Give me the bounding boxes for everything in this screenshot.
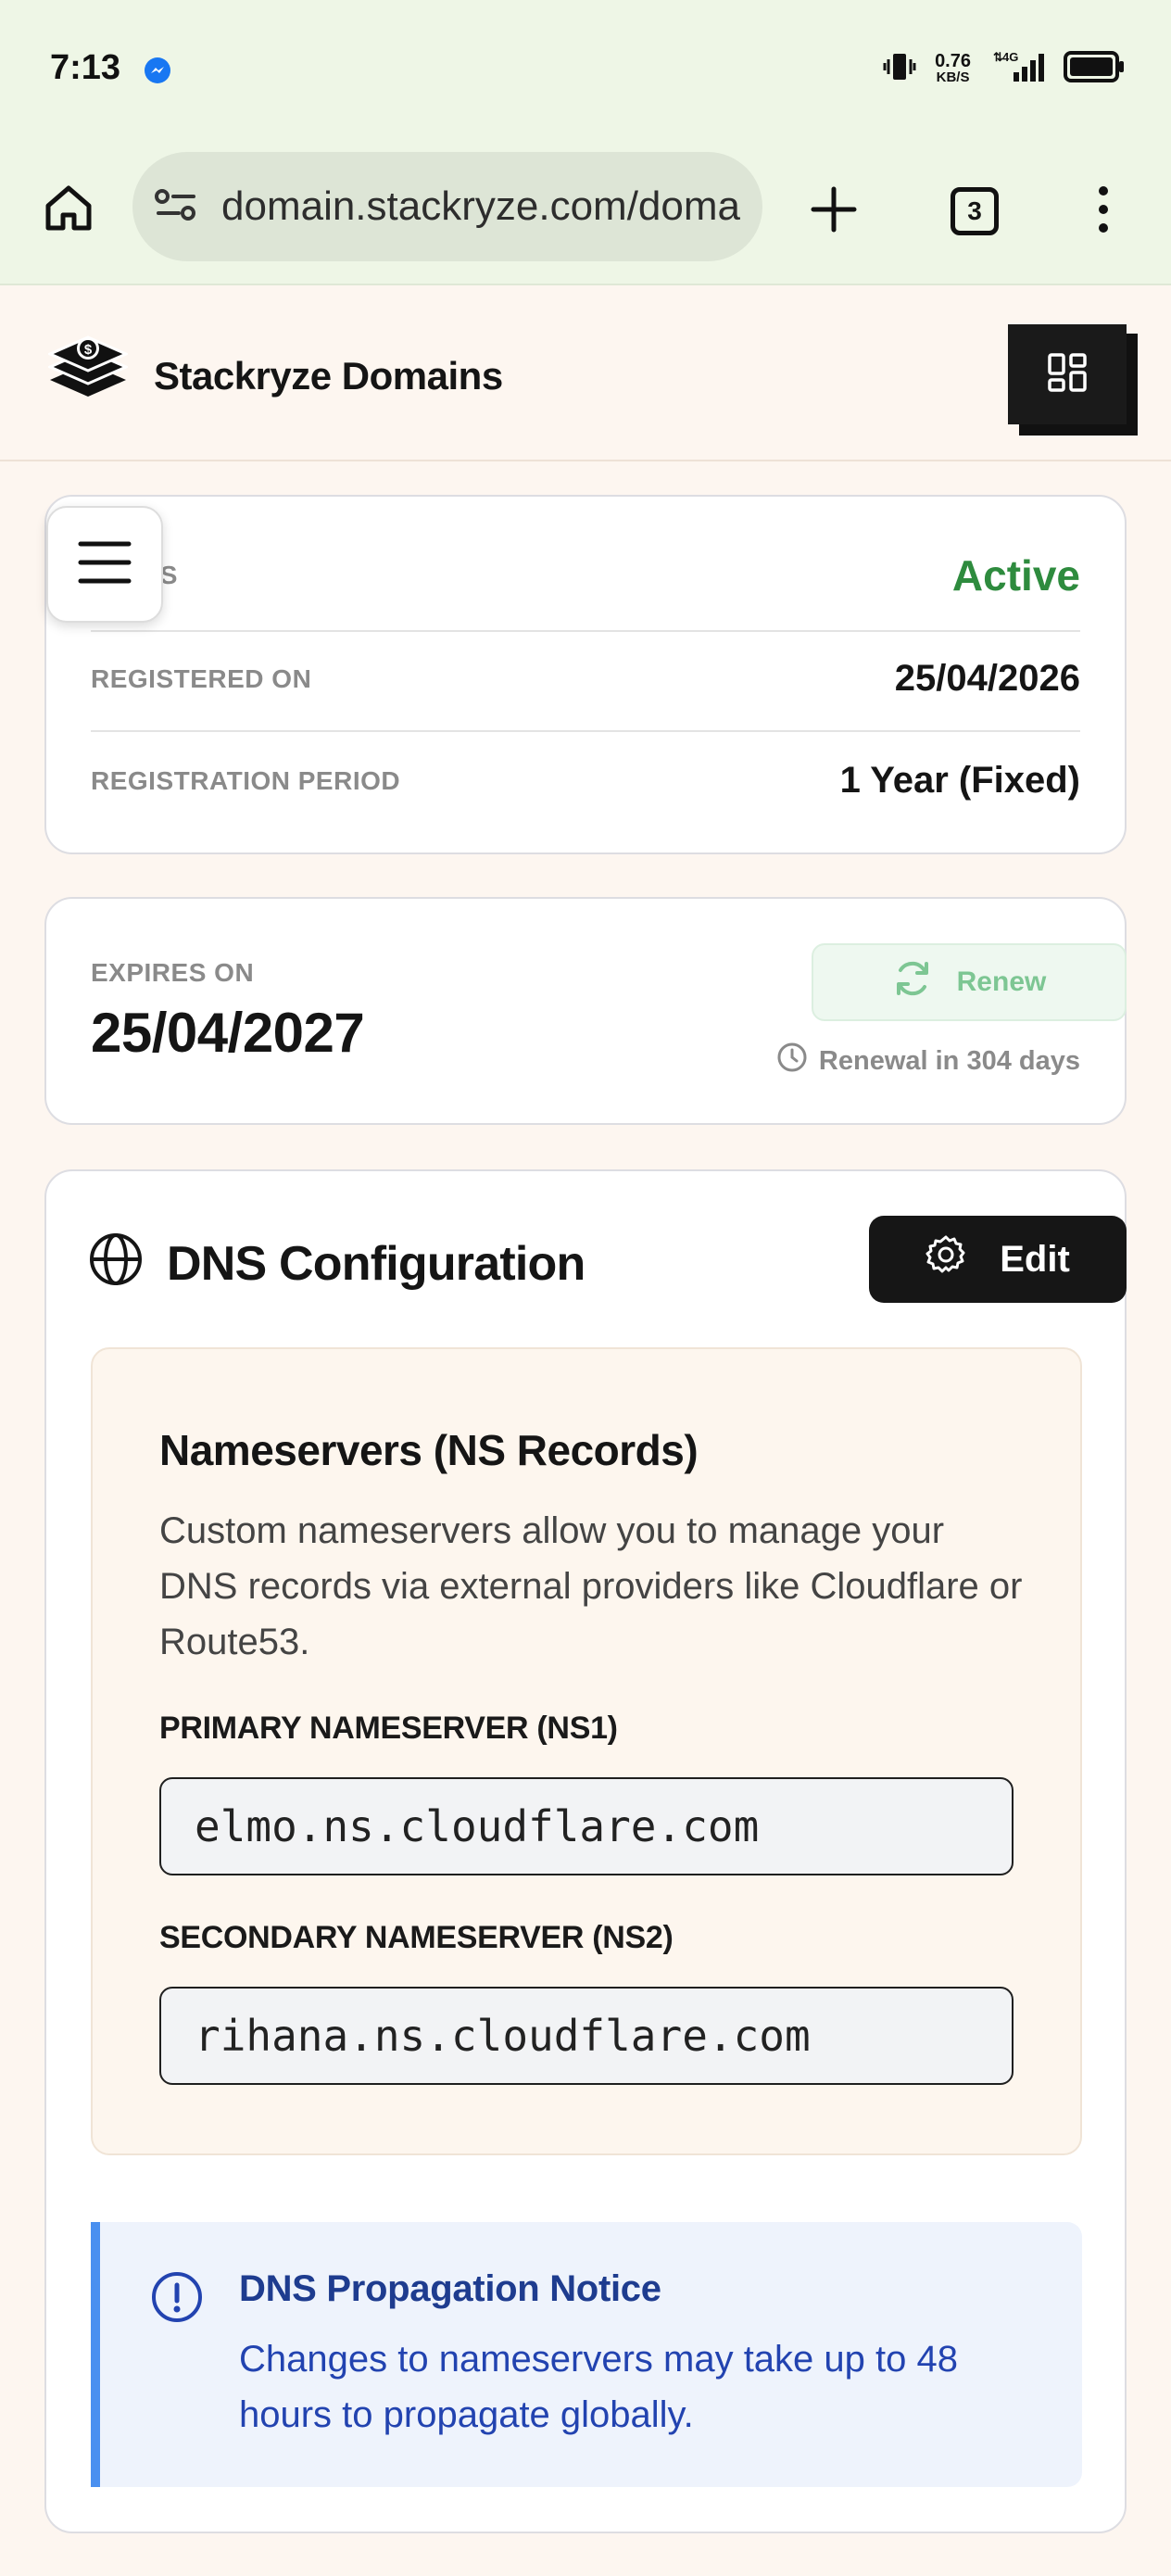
signal-icon: ⇅ 4G [988, 48, 1047, 90]
info-icon [150, 2270, 204, 2329]
status-right-group: 0.76 KB/S ⇅ 4G [881, 48, 1125, 90]
ns1-field[interactable]: elmo.ns.cloudflare.com [159, 1777, 1014, 1875]
registered-row: REGISTERED ON 25/04/2026 [91, 658, 1080, 700]
site-info-icon[interactable] [153, 185, 199, 229]
tab-count: 3 [951, 187, 999, 235]
network-speed: 0.76 KB/S [935, 50, 971, 85]
home-icon[interactable] [37, 176, 100, 239]
system-status-bar: 7:13 0.76 KB/S ⇅ 4G [0, 0, 1171, 139]
expiry-card: EXPIRES ON 25/04/2027 Renew Renewal in 3… [44, 897, 1127, 1125]
hamburger-icon [78, 539, 132, 590]
propagation-notice: DNS Propagation Notice Changes to namese… [91, 2222, 1082, 2487]
svg-text:4G: 4G [1002, 50, 1018, 64]
dashboard-grid-icon [1047, 352, 1088, 398]
dns-card: DNS Configuration Edit Nameservers (NS R… [44, 1169, 1127, 2533]
messenger-icon [145, 57, 170, 83]
more-menu-icon[interactable] [1080, 180, 1127, 239]
url-text: domain.stackryze.com/doma [221, 183, 740, 229]
dashboard-button[interactable] [1008, 324, 1127, 424]
period-row: REGISTRATION PERIOD 1 Year (Fixed) [91, 760, 1080, 802]
dns-title: DNS Configuration [167, 1237, 586, 1291]
nameservers-description: Custom nameservers allow you to manage y… [159, 1510, 1023, 1662]
stack-logo-icon: $ [46, 330, 130, 410]
clock-icon [776, 1042, 808, 1080]
refresh-icon [892, 958, 933, 1006]
domain-details-card: US Active REGISTERED ON 25/04/2026 REGIS… [44, 495, 1127, 854]
vibrate-icon [881, 48, 918, 90]
period-label: REGISTRATION PERIOD [91, 765, 401, 795]
renewal-info: Renewal in 304 days [776, 1042, 1080, 1080]
expires-date: 25/04/2027 [91, 1002, 365, 1064]
nameservers-section: Nameservers (NS Records) Custom nameserv… [91, 1347, 1082, 2155]
status-value: Active [951, 551, 1080, 600]
edit-dns-button[interactable]: Edit [869, 1216, 1127, 1303]
status-time: 7:13 [50, 48, 121, 87]
registered-label: REGISTERED ON [91, 663, 312, 693]
svg-text:$: $ [84, 342, 93, 358]
renew-button[interactable]: Renew [812, 943, 1127, 1021]
notice-body: Changes to nameservers may take up to 48… [239, 2339, 958, 2435]
divider [91, 730, 1080, 732]
status-row: US Active [91, 550, 1080, 600]
period-value: 1 Year (Fixed) [839, 760, 1080, 801]
edit-label: Edit [1000, 1238, 1070, 1280]
divider [91, 630, 1080, 632]
ns1-label: PRIMARY NAMESERVER (NS1) [159, 1711, 618, 1746]
renew-label: Renew [956, 966, 1047, 997]
ns2-field[interactable]: rihana.ns.cloudflare.com [159, 1987, 1014, 2085]
new-tab-icon[interactable] [804, 180, 863, 239]
tab-switcher-button[interactable]: 3 [945, 182, 1004, 241]
nameservers-title: Nameservers (NS Records) [159, 1426, 699, 1474]
gear-icon [925, 1234, 966, 1284]
menu-button[interactable] [46, 506, 163, 623]
ns2-label: SECONDARY NAMESERVER (NS2) [159, 1920, 674, 1955]
globe-icon [89, 1232, 143, 1291]
site-header: $ Stackryze Domains [0, 287, 1171, 461]
brand-name[interactable]: Stackryze Domains [154, 354, 503, 398]
battery-icon [1064, 51, 1125, 87]
expires-label: EXPIRES ON [91, 958, 255, 987]
renewal-info-text: Renewal in 304 days [818, 1045, 1080, 1076]
browser-toolbar: domain.stackryze.com/doma 3 [0, 139, 1171, 285]
notice-title: DNS Propagation Notice [239, 2268, 661, 2309]
address-bar[interactable]: domain.stackryze.com/doma [132, 152, 762, 261]
registered-value: 25/04/2026 [894, 658, 1080, 699]
